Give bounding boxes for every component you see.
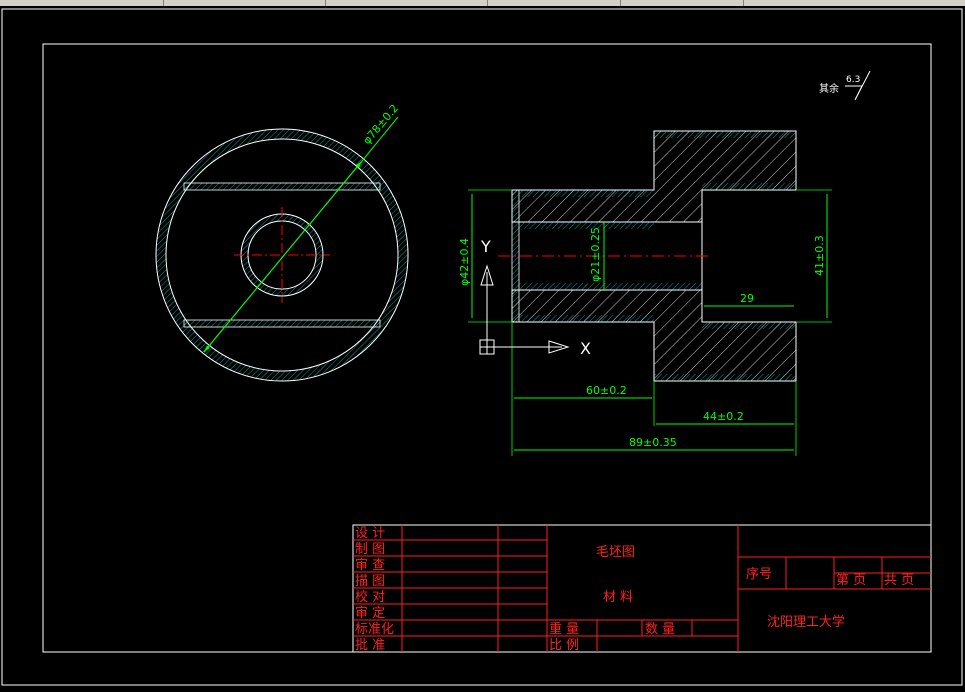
hatched-band-bottom	[183, 319, 381, 328]
tb-scale-label: 比 例	[549, 638, 579, 653]
left-view: φ78±0.2	[155, 102, 409, 382]
tb-sheet-label: 第 页	[836, 573, 866, 588]
section-view: φ42±0.4 φ21±0.25 41±0.3 29 60±0.2 44±0.2…	[458, 130, 832, 456]
tb-weight-label: 重 量	[549, 621, 579, 637]
tb-row-proof: 校 对	[355, 589, 385, 605]
dim-d41: 41±0.3	[813, 235, 826, 276]
surface-finish-symbol: 其余 6.3	[819, 70, 871, 101]
tb-row-draw: 制 图	[355, 542, 385, 557]
tb-drawing-name: 毛坯图	[596, 545, 635, 560]
tb-row-ratify: 批 准	[355, 638, 385, 653]
tb-serial-label: 序号	[746, 567, 772, 582]
tb-row-check: 审 查	[355, 558, 385, 573]
surface-finish-label: 其余	[819, 82, 839, 95]
surface-finish-value: 6.3	[846, 75, 860, 85]
dim-outer-diameter: φ78±0.2	[360, 102, 401, 147]
dim-len44: 44±0.2	[703, 410, 744, 423]
tb-row-standard: 标准化	[355, 622, 394, 637]
tb-row-approve: 审 定	[355, 606, 385, 621]
ucs-x-label: X	[580, 339, 591, 358]
dim-len89: 89±0.35	[629, 436, 677, 449]
tb-qty-label: 数 量	[645, 622, 675, 637]
ucs-y-label: Y	[480, 237, 491, 256]
hatched-band-top	[183, 182, 381, 191]
cad-drawing-viewport[interactable]: 其余 6.3 φ78±0.2 φ42±0.4 φ21±0.25 41±0.3 2…	[0, 6, 965, 688]
title-block	[352, 524, 932, 653]
dim-d42: φ42±0.4	[458, 238, 471, 286]
section-upper-wall	[511, 130, 797, 223]
tb-school-name: 沈阳理工大学	[767, 614, 845, 630]
dim-len60: 60±0.2	[586, 384, 627, 397]
cad-drawing-canvas[interactable]: 其余 6.3 φ78±0.2 φ42±0.4 φ21±0.25 41±0.3 2…	[0, 6, 965, 688]
tb-row-trace: 描 图	[355, 574, 385, 589]
tb-row-design: 设 计	[355, 526, 385, 541]
dim-d21: φ21±0.25	[589, 227, 602, 282]
tb-total-label: 共 页	[884, 573, 914, 588]
dim-len29: 29	[740, 292, 754, 305]
tb-material-label: 材 料	[603, 590, 633, 605]
